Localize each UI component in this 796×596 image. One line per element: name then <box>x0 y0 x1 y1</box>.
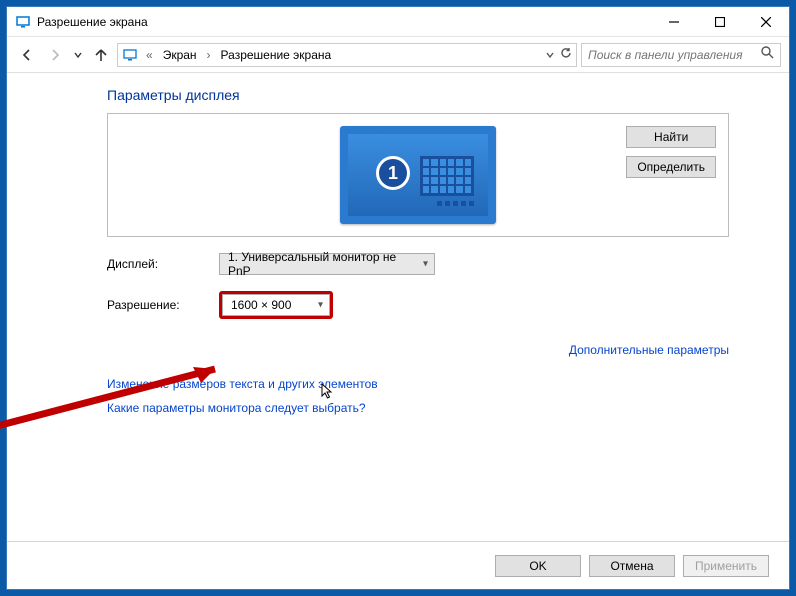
chevron-down-icon[interactable] <box>546 48 554 62</box>
chevron-left-icon: « <box>142 48 157 62</box>
taskbar-dots-icon <box>437 201 474 206</box>
navbar: « Экран › Разрешение экрана <box>7 37 789 73</box>
ok-button[interactable]: OK <box>495 555 581 577</box>
resolution-row: Разрешение: 1600 × 900 ▾ <box>107 291 729 319</box>
close-button[interactable] <box>743 7 789 36</box>
footer: OK Отмена Применить <box>7 541 789 589</box>
desktop-grid-icon <box>420 156 474 196</box>
chevron-right-icon: › <box>203 48 215 62</box>
monitor-number: 1 <box>376 156 410 190</box>
which-settings-link[interactable]: Какие параметры монитора следует выбрать… <box>107 401 729 415</box>
address-bar[interactable]: « Экран › Разрешение экрана <box>117 43 577 67</box>
minimize-button[interactable] <box>651 7 697 36</box>
window-title: Разрешение экрана <box>37 15 651 29</box>
chevron-down-icon: ▾ <box>423 259 428 270</box>
monitor-icon <box>122 47 138 63</box>
search-input[interactable] <box>588 48 755 62</box>
display-value: 1. Универсальный монитор не PnP <box>228 250 412 278</box>
history-dropdown-icon[interactable] <box>71 43 85 67</box>
page-heading: Параметры дисплея <box>107 87 729 103</box>
find-button[interactable]: Найти <box>626 126 716 148</box>
content: Параметры дисплея 1 <box>7 73 789 541</box>
window: Разрешение экрана « Экран › Разрешение э… <box>6 6 790 590</box>
display-row: Дисплей: 1. Универсальный монитор не PnP… <box>107 253 729 275</box>
search-icon[interactable] <box>761 46 774 64</box>
advanced-settings-link[interactable]: Дополнительные параметры <box>569 343 729 357</box>
breadcrumb-screen[interactable]: Экран <box>161 48 199 62</box>
refresh-icon[interactable] <box>560 47 572 62</box>
maximize-button[interactable] <box>697 7 743 36</box>
back-button[interactable] <box>15 43 39 67</box>
cancel-button[interactable]: Отмена <box>589 555 675 577</box>
identify-button[interactable]: Определить <box>626 156 716 178</box>
resolution-label: Разрешение: <box>107 298 219 312</box>
resolution-value: 1600 × 900 <box>231 298 291 312</box>
monitor-icon <box>15 14 31 30</box>
display-label: Дисплей: <box>107 257 219 271</box>
window-buttons <box>651 7 789 36</box>
annotation-highlight: 1600 × 900 ▾ <box>219 291 333 319</box>
up-button[interactable] <box>89 43 113 67</box>
apply-button[interactable]: Применить <box>683 555 769 577</box>
forward-button[interactable] <box>43 43 67 67</box>
search-box[interactable] <box>581 43 781 67</box>
breadcrumb-resolution[interactable]: Разрешение экрана <box>219 48 334 62</box>
display-select[interactable]: 1. Универсальный монитор не PnP ▾ <box>219 253 435 275</box>
chevron-down-icon: ▾ <box>318 300 323 311</box>
monitor-preview[interactable]: 1 <box>340 126 496 224</box>
resolution-select[interactable]: 1600 × 900 ▾ <box>222 294 330 316</box>
display-preview: 1 Найти Определить <box>107 113 729 237</box>
titlebar: Разрешение экрана <box>7 7 789 37</box>
text-size-link[interactable]: Изменение размеров текста и других элеме… <box>107 377 729 391</box>
